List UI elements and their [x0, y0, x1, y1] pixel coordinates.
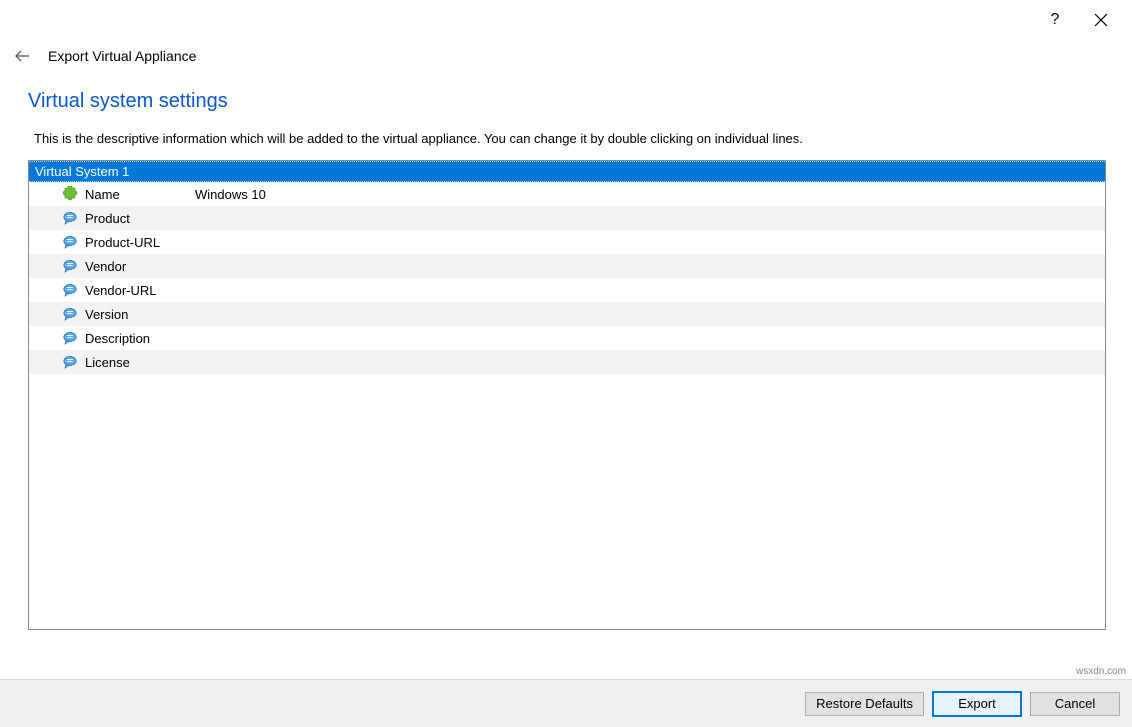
row-label: Product — [85, 211, 195, 226]
bubble-icon — [61, 233, 79, 251]
bubble-icon — [61, 209, 79, 227]
row-license[interactable]: License — [29, 350, 1105, 374]
page-title: Virtual system settings — [28, 90, 1104, 113]
row-label: Vendor — [85, 259, 195, 274]
bubble-icon — [61, 329, 79, 347]
bubble-icon — [61, 353, 79, 371]
restore-defaults-button[interactable]: Restore Defaults — [805, 692, 924, 716]
footer: Restore Defaults Export Cancel — [0, 679, 1132, 727]
group-header[interactable]: Virtual System 1 — [29, 161, 1105, 182]
titlebar: ? — [0, 0, 1132, 40]
row-product[interactable]: Product — [29, 206, 1105, 230]
help-button[interactable]: ? — [1032, 5, 1078, 35]
row-label: Description — [85, 331, 195, 346]
content: Virtual system settings This is the desc… — [0, 72, 1132, 630]
back-button[interactable] — [14, 50, 38, 62]
breadcrumb: Export Virtual Appliance — [0, 40, 1132, 72]
row-vendor-url[interactable]: Vendor-URL — [29, 278, 1105, 302]
row-label: License — [85, 355, 195, 370]
row-label: Name — [85, 187, 195, 202]
watermark: wsxdn.com — [1076, 666, 1126, 677]
bubble-icon — [61, 257, 79, 275]
cancel-button[interactable]: Cancel — [1030, 692, 1120, 716]
row-label: Product-URL — [85, 235, 195, 250]
row-vendor[interactable]: Vendor — [29, 254, 1105, 278]
back-arrow-icon — [14, 50, 30, 62]
page-description: This is the descriptive information whic… — [34, 131, 1104, 146]
export-button[interactable]: Export — [932, 691, 1022, 717]
row-product-url[interactable]: Product-URL — [29, 230, 1105, 254]
row-description[interactable]: Description — [29, 326, 1105, 350]
row-label: Vendor-URL — [85, 283, 195, 298]
close-button[interactable] — [1078, 5, 1124, 35]
close-icon — [1094, 13, 1108, 27]
row-value: Windows 10 — [195, 187, 266, 202]
breadcrumb-text: Export Virtual Appliance — [48, 48, 196, 64]
row-name[interactable]: Name Windows 10 — [29, 182, 1105, 206]
puzzle-icon — [61, 185, 79, 203]
settings-tree[interactable]: Virtual System 1 Name Windows 10 Product — [28, 160, 1106, 630]
bubble-icon — [61, 281, 79, 299]
bubble-icon — [61, 305, 79, 323]
row-version[interactable]: Version — [29, 302, 1105, 326]
row-label: Version — [85, 307, 195, 322]
